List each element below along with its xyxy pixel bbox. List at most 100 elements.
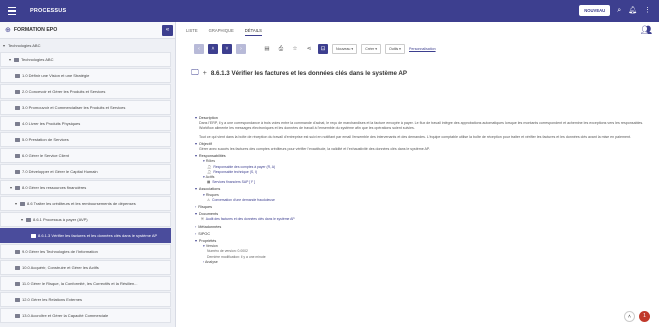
folder-icon bbox=[15, 265, 20, 270]
search-icon[interactable]: ⌕ bbox=[617, 7, 621, 14]
bookmark-icon[interactable]: ⊡ bbox=[318, 44, 328, 54]
page-title: 8.6.1.3 Vérifier les factures et les don… bbox=[210, 69, 407, 77]
folder-icon bbox=[26, 217, 31, 222]
folder-icon bbox=[15, 313, 20, 318]
customize-link[interactable]: Personnalisation bbox=[409, 47, 436, 51]
analysis-group[interactable]: › Analyse bbox=[203, 260, 645, 265]
caret-right-icon[interactable]: › bbox=[195, 205, 196, 209]
tab-graphique[interactable]: GRAPHIQUE bbox=[209, 28, 234, 36]
tree-item[interactable]: ▾ 8.6.1 Processus à payer (AVP) bbox=[0, 212, 171, 227]
caret-down-icon[interactable]: ▾ bbox=[203, 175, 205, 179]
tab-details[interactable]: DÉTAILS bbox=[244, 28, 262, 36]
user-icon: 👤︎ bbox=[207, 164, 212, 169]
tree-item[interactable]: 7.0 Développer et Gérer le Capital Humai… bbox=[0, 164, 171, 179]
tree-item[interactable]: 11.0 Gérer le Risque, la Conformité, les… bbox=[0, 276, 171, 291]
tree-item[interactable]: 1.0 Définir une Vision et une Stratégie bbox=[0, 68, 171, 83]
new-button[interactable]: NOUVEAU bbox=[579, 5, 611, 16]
folder-icon bbox=[15, 153, 20, 158]
chevron-up-icon[interactable]: ˄ bbox=[208, 44, 218, 54]
sidebar-header: ⊕ FORMATION EPO « bbox=[0, 22, 175, 39]
risk-link[interactable]: ⚠ Conversation d'une demande frauduleuse bbox=[207, 198, 645, 203]
tree-item[interactable]: 9.0 Gérer les Technologies de l'Informat… bbox=[0, 244, 171, 259]
tree-item[interactable]: ▾ Technologies ABC bbox=[0, 39, 175, 51]
back-icon[interactable]: ‹ bbox=[194, 44, 204, 54]
folder-icon bbox=[15, 89, 20, 94]
folder-icon bbox=[15, 297, 20, 302]
tools-dropdown[interactable]: Outils ▾ bbox=[385, 44, 405, 54]
asset-icon: ▦ bbox=[207, 180, 211, 185]
tree-item[interactable]: 10.0 Acquérir, Construire et Gérer les A… bbox=[0, 260, 171, 275]
description-text-1: Dans l'ERP, il y a une correspondance à … bbox=[199, 121, 644, 131]
section-sipoc[interactable]: › SIPOC bbox=[195, 232, 645, 237]
star-icon[interactable]: ☆ bbox=[290, 44, 300, 54]
tree-item[interactable]: 3.0 Promouvoir et Commercialiser les Pro… bbox=[0, 100, 171, 115]
process-tree: ▾ Technologies ABC ▾ Technologies ABC 1.0 … bbox=[0, 39, 175, 323]
warning-icon: ⚠ bbox=[207, 197, 211, 202]
more-icon[interactable]: ⋮ bbox=[644, 7, 651, 14]
tree-item[interactable]: 2.0 Concevoir et Gérer les Produits et S… bbox=[0, 84, 171, 99]
caret-down-icon[interactable]: ▾ bbox=[195, 142, 197, 146]
folder-icon bbox=[15, 249, 20, 254]
description-text-2: Tout ce qui vient dans la boîte de récep… bbox=[199, 134, 631, 139]
tree-item[interactable]: 6.0 Gérer le Service Client bbox=[0, 148, 171, 163]
view-tabs: LISTE GRAPHIQUE DÉTAILS bbox=[186, 28, 262, 36]
asset-link[interactable]: ▦ Services financiers SAP [ F ] bbox=[207, 180, 645, 185]
caret-down-icon[interactable]: ▾ bbox=[195, 239, 197, 243]
caret-right-icon[interactable]: › bbox=[195, 225, 196, 229]
tree-item[interactable]: ▾ 8.6 Traiter les créditeurs et les rembo… bbox=[0, 196, 171, 211]
create-dropdown[interactable]: Créer ▾ bbox=[361, 44, 381, 54]
caret-down-icon[interactable]: ▾ bbox=[195, 116, 197, 120]
tree-item[interactable]: 5.0 Prestation de Services bbox=[0, 132, 171, 147]
top-bar: PROCESSUS NOUVEAU ⌕ 🔔︎ ⋮ bbox=[0, 0, 659, 22]
folder-icon bbox=[15, 185, 20, 190]
main-panel: LISTE GRAPHIQUE DÉTAILS 👥︎ ‹ ˄ ˅ › ▤ ⎙ ☆… bbox=[176, 22, 659, 327]
caret-down-icon[interactable]: ▾ bbox=[195, 212, 197, 216]
notification-badge[interactable]: 1 bbox=[639, 311, 650, 322]
tree-item[interactable]: 4.0 Livrer les Produits Physiques bbox=[0, 116, 171, 131]
forward-icon[interactable]: › bbox=[236, 44, 246, 54]
caret-down-icon[interactable]: ▾ bbox=[203, 193, 205, 197]
folder-icon bbox=[14, 57, 19, 62]
folder-icon bbox=[15, 73, 20, 78]
print-icon[interactable]: ⎙ bbox=[276, 44, 286, 54]
folder-icon bbox=[15, 281, 20, 286]
objective-text: Gérer avec succès les factures des compt… bbox=[199, 147, 430, 152]
chevron-down-icon[interactable]: ˅ bbox=[222, 44, 232, 54]
details-content: ▾ Description Dans l'ERP, il y a une corr… bbox=[195, 114, 645, 265]
caret-right-icon[interactable]: › bbox=[195, 232, 196, 236]
app-title: PROCESSUS bbox=[30, 8, 67, 14]
hamburger-menu-icon[interactable] bbox=[8, 6, 26, 16]
share-icon[interactable]: ⋖ bbox=[304, 44, 314, 54]
caret-down-icon[interactable]: ▾ bbox=[203, 244, 205, 248]
monitor-icon: 🖵︎ bbox=[191, 68, 199, 77]
page-heading: 🖵︎ + 8.6.1.3 Vérifier les factures et le… bbox=[191, 68, 407, 78]
sidebar: ⊕ FORMATION EPO « ▾ Technologies ABC ▾ Tec… bbox=[0, 22, 176, 327]
sidebar-title: FORMATION EPO bbox=[13, 27, 58, 33]
file-icon: 🗎︎ bbox=[201, 217, 204, 222]
user-icon: 👤︎ bbox=[207, 169, 212, 174]
tree-item[interactable]: ▾ Technologies ABC bbox=[0, 52, 171, 67]
caret-down-icon[interactable]: ▾ bbox=[195, 154, 197, 158]
document-link[interactable]: 🗎︎ Audit des factures et des données clés… bbox=[201, 217, 645, 222]
new-dropdown[interactable]: Nouveau ▾ bbox=[332, 44, 358, 54]
tree-item[interactable]: 12.0 Gérer les Relations Externes bbox=[0, 292, 171, 307]
tree-item[interactable]: ▾ 8.0 Gérer les ressources financières bbox=[0, 180, 171, 195]
folder-icon bbox=[15, 169, 20, 174]
document-icon[interactable]: ▤ bbox=[262, 44, 272, 54]
bell-icon[interactable]: 🔔︎ bbox=[628, 7, 637, 14]
users-icon[interactable]: 👥︎ bbox=[641, 25, 652, 36]
caret-down-icon[interactable]: ▾ bbox=[203, 159, 205, 163]
floating-buttons: ˄ 1 bbox=[624, 311, 650, 322]
folder-icon bbox=[15, 105, 20, 110]
caret-down-icon[interactable]: ▾ bbox=[195, 187, 197, 191]
section-metadata[interactable]: › Métadonnées bbox=[195, 225, 645, 230]
globe-icon: ⊕ bbox=[5, 27, 11, 34]
tree-item[interactable]: 13.0 Accroître et Gérer la Capacité Comm… bbox=[0, 308, 171, 323]
section-risks[interactable]: › Risques bbox=[195, 205, 645, 210]
add-icon[interactable]: + bbox=[203, 70, 207, 77]
tree-item-selected[interactable]: 8.6.1.3 Vérifier les factures et les don… bbox=[0, 228, 171, 243]
toolbar: ‹ ˄ ˅ › ▤ ⎙ ☆ ⋖ ⊡ Nouveau ▾ Créer ▾ Outi… bbox=[194, 44, 436, 54]
scroll-top-icon[interactable]: ˄ bbox=[624, 311, 635, 322]
collapse-sidebar-icon[interactable]: « bbox=[162, 25, 173, 36]
tab-liste[interactable]: LISTE bbox=[186, 28, 198, 36]
